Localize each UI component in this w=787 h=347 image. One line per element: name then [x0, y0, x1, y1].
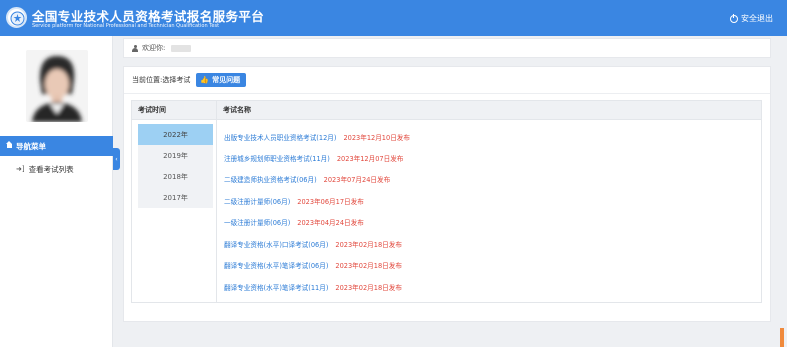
- logout-button[interactable]: 安全退出: [730, 13, 773, 24]
- main-content: 当前位置: 选择考试 👍 常见问题 考试时间 考试名称 2022年 2019年 …: [123, 66, 771, 322]
- user-icon: [132, 44, 138, 52]
- nav-menu-header[interactable]: 导航菜单: [0, 136, 113, 156]
- list-item[interactable]: 出版专业技术人员职业资格考试(12月) 2023年12月10日发布: [224, 130, 410, 144]
- exam-publish-date: 2023年12月10日发布: [343, 134, 410, 142]
- list-item[interactable]: 一级注册计量师(06月) 2023年04月24日发布: [224, 215, 364, 229]
- list-item[interactable]: 注册城乡规划师职业资格考试(11月) 2023年12月07日发布: [224, 151, 403, 165]
- list-item[interactable]: 翻译专业资格(水平)笔译考试(11月) 2023年02月18日发布: [224, 280, 402, 294]
- exam-name-link[interactable]: 翻译专业资格(水平)笔译考试(11月): [224, 282, 328, 292]
- power-icon: [730, 13, 738, 23]
- exam-publish-date: 2023年12月07日发布: [336, 155, 404, 163]
- exam-name-link[interactable]: 翻译专业资格(水平)口译考试(06月): [224, 239, 328, 249]
- year-column: 2022年 2019年 2018年 2017年: [132, 120, 217, 302]
- site-subtitle: Service platform for National Profession…: [32, 23, 220, 29]
- home-icon: [6, 141, 13, 149]
- scrollbar-thumb[interactable]: [780, 328, 784, 347]
- sidebar-collapse-toggle[interactable]: ‹: [113, 148, 120, 170]
- exam-publish-date: 2023年06月17日发布: [297, 198, 364, 206]
- breadcrumb: 当前位置: 选择考试 👍 常见问题: [124, 67, 770, 94]
- sign-in-icon: ➜]: [16, 165, 25, 173]
- column-header-name: 考试名称: [217, 101, 761, 120]
- sidebar-item-exam-list[interactable]: ➜] 查看考试列表: [0, 161, 113, 177]
- exam-table: 考试时间 考试名称 2022年 2019年 2018年 2017年 出版专业技术…: [131, 100, 762, 303]
- exam-name-link[interactable]: 翻译专业资格(水平)笔译考试(06月): [224, 260, 328, 270]
- exam-name-link[interactable]: 一级注册计量师(06月): [224, 217, 290, 227]
- exam-name-link[interactable]: 注册城乡规划师职业资格考试(11月): [224, 153, 330, 163]
- nav-menu-label: 导航菜单: [16, 141, 46, 151]
- list-item[interactable]: 二级建造师执业资格考试(06月) 2023年07月24日发布: [224, 172, 390, 186]
- year-tab-2017[interactable]: 2017年: [138, 187, 213, 208]
- year-tab-2018[interactable]: 2018年: [138, 166, 213, 187]
- thumbs-up-icon: 👍: [200, 76, 210, 84]
- logout-label: 安全退出: [741, 14, 773, 23]
- faq-label: 常见问题: [212, 76, 241, 84]
- exam-name-link[interactable]: 出版专业技术人员职业资格考试(12月): [224, 132, 336, 142]
- exam-publish-date: 2023年02月18日发布: [335, 262, 402, 270]
- faq-button[interactable]: 👍 常见问题: [196, 73, 247, 87]
- breadcrumb-current: 选择考试: [162, 76, 191, 84]
- column-header-time: 考试时间: [132, 101, 217, 120]
- exam-publish-date: 2023年02月18日发布: [335, 241, 402, 249]
- exam-publish-date: 2023年04月24日发布: [297, 219, 364, 227]
- year-list: 2022年 2019年 2018年 2017年: [138, 124, 213, 208]
- avatar: [26, 50, 88, 122]
- welcome-label: 欢迎你:: [142, 44, 166, 52]
- welcome-bar: 欢迎你:: [123, 38, 771, 58]
- exam-publish-date: 2023年02月18日发布: [335, 284, 402, 292]
- national-emblem-icon: [6, 7, 27, 28]
- list-item[interactable]: 翻译专业资格(水平)口译考试(06月) 2023年02月18日发布: [224, 237, 402, 251]
- list-item[interactable]: 翻译专业资格(水平)笔译考试(06月) 2023年02月18日发布: [224, 258, 402, 272]
- year-tab-2019[interactable]: 2019年: [138, 145, 213, 166]
- chevron-left-icon: ‹: [115, 155, 118, 163]
- exam-name-link[interactable]: 二级注册计量师(06月): [224, 196, 290, 206]
- breadcrumb-prefix: 当前位置:: [132, 76, 163, 84]
- username-redacted: [171, 44, 192, 52]
- exam-name-link[interactable]: 二级建造师执业资格考试(06月): [224, 174, 317, 184]
- sidebar: 导航菜单 ➜] 查看考试列表: [0, 36, 113, 347]
- exam-publish-date: 2023年07月24日发布: [323, 176, 391, 184]
- top-header: 全国专业技术人员资格考试报名服务平台 Service platform for …: [0, 0, 787, 36]
- list-item[interactable]: 二级注册计量师(06月) 2023年06月17日发布: [224, 194, 364, 208]
- sidebar-item-label: 查看考试列表: [28, 164, 74, 174]
- year-tab-2022[interactable]: 2022年: [138, 124, 213, 145]
